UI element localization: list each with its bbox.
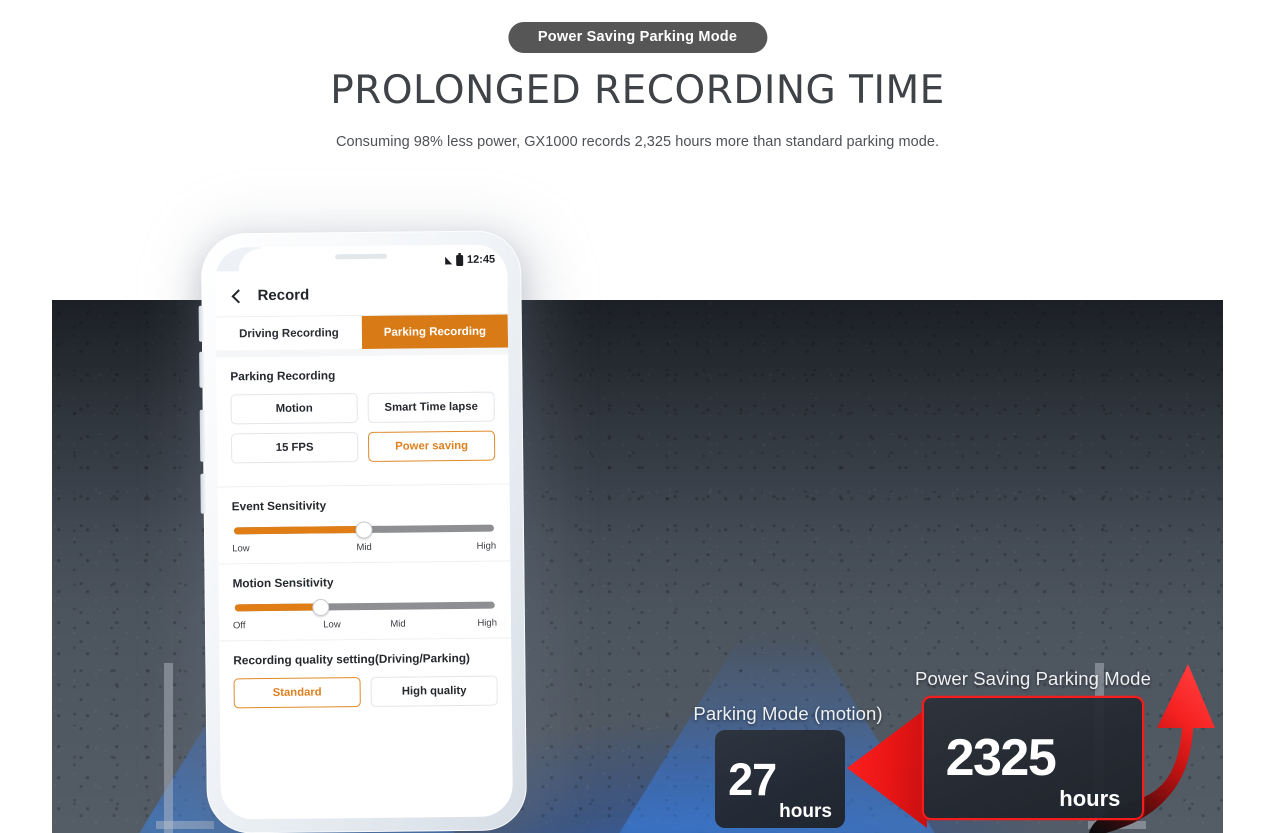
option-15-fps[interactable]: 15 FPS — [230, 432, 359, 464]
red-left-arrow-icon — [847, 708, 927, 828]
status-bar: 12:45 — [444, 253, 496, 267]
phone-button-volume-up[interactable] — [198, 305, 203, 342]
event-tick-low: Low — [232, 543, 250, 555]
option-smart-time-lapse[interactable]: Smart Time lapse — [367, 391, 495, 423]
chevron-left-icon[interactable] — [231, 288, 246, 303]
mode-pill-badge: Power Saving Parking Mode — [507, 22, 768, 53]
right-value-box: 2325 hours — [922, 696, 1144, 820]
page-subtitle: Consuming 98% less power, GX1000 records… — [335, 134, 940, 150]
event-sensitivity-section: Event Sensitivity Low Mid High — [217, 484, 511, 564]
page-title: PROLONGED RECORDING TIME — [330, 68, 945, 113]
earpiece-speaker-icon — [335, 253, 388, 260]
event-sensitivity-slider[interactable] — [233, 520, 495, 539]
left-mode-label: Parking Mode (motion) — [693, 703, 883, 724]
right-value: 2325 — [945, 729, 1057, 787]
status-time: 12:45 — [466, 253, 496, 266]
phone-button-assistant[interactable] — [200, 473, 205, 514]
motion-sensitivity-title: Motion Sensitivity — [232, 575, 334, 591]
option-power-saving[interactable]: Power saving — [367, 430, 496, 462]
event-sensitivity-thumb[interactable] — [355, 520, 373, 539]
app-navbar: Record — [215, 274, 508, 317]
motion-tick-low: Low — [323, 619, 341, 631]
parking-option-row-2: 15 FPS Power saving — [230, 430, 496, 464]
event-sensitivity-title: Event Sensitivity — [231, 498, 327, 514]
page-root: Power Saving Parking Mode PROLONGED RECO… — [0, 0, 1275, 833]
option-standard[interactable]: Standard — [233, 677, 361, 709]
recording-quality-title: Recording quality setting(Driving/Parkin… — [233, 650, 471, 668]
event-tick-mid: Mid — [356, 541, 372, 554]
recording-tabs: Driving Recording Parking Recording — [215, 313, 509, 351]
event-tick-high: High — [476, 540, 497, 552]
option-motion[interactable]: Motion — [230, 393, 358, 425]
recording-quality-section: Recording quality setting(Driving/Parkin… — [219, 638, 513, 732]
parking-option-row-1: Motion Smart Time lapse — [230, 391, 495, 425]
event-sensitivity-ticks: Low Mid High — [232, 541, 496, 555]
motion-sensitivity-fill — [234, 603, 321, 612]
motion-sensitivity-slider[interactable] — [234, 598, 495, 616]
motion-sensitivity-ticks: Off Low Mid High — [233, 618, 497, 632]
battery-icon — [455, 254, 464, 266]
screen-corner-cutout — [215, 247, 262, 272]
motion-sensitivity-section: Motion Sensitivity Off Low Mid High — [218, 561, 512, 641]
motion-tick-mid: Mid — [390, 618, 406, 630]
phone-notch-area: 12:45 — [215, 244, 508, 278]
phone-button-volume-down[interactable] — [199, 351, 204, 388]
parking-recording-section: Parking Recording Motion Smart Time laps… — [216, 354, 510, 487]
signal-triangle-icon — [444, 256, 453, 264]
phone-screen: 12:45 Record Driving Recording Parking R… — [215, 244, 513, 820]
phone-mockup: 12:45 Record Driving Recording Parking R… — [198, 230, 528, 833]
motion-sensitivity-thumb[interactable] — [311, 598, 330, 616]
event-sensitivity-fill — [233, 526, 365, 535]
motion-tick-high: High — [477, 617, 498, 629]
phone-button-power[interactable] — [199, 409, 205, 462]
left-value-unit: hours — [779, 801, 832, 822]
left-value: 27 — [728, 753, 777, 805]
tab-parking-recording[interactable]: Parking Recording — [361, 314, 509, 350]
app-screen-title: Record — [257, 286, 310, 305]
tab-driving-recording[interactable]: Driving Recording — [215, 316, 363, 351]
right-value-unit: hours — [1059, 786, 1121, 811]
motion-tick-off: Off — [232, 620, 246, 632]
parking-line-left-vertical — [164, 663, 173, 833]
left-value-box: 27 hours — [715, 730, 845, 828]
quality-option-row: Standard High quality — [233, 675, 498, 709]
option-high-quality[interactable]: High quality — [370, 675, 498, 707]
right-mode-label: Power Saving Parking Mode — [915, 668, 1151, 689]
parking-recording-title: Parking Recording — [230, 368, 336, 384]
